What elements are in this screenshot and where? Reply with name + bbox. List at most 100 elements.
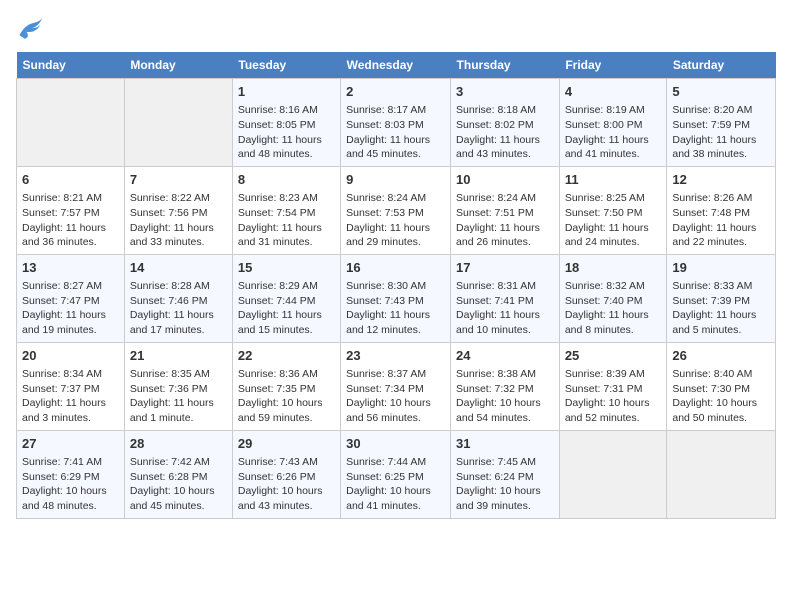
day-number: 10	[456, 171, 554, 189]
day-number: 9	[346, 171, 445, 189]
day-number: 27	[22, 435, 119, 453]
header-cell-friday: Friday	[559, 52, 667, 79]
day-info: Sunrise: 7:43 AM Sunset: 6:26 PM Dayligh…	[238, 455, 335, 514]
day-info: Sunrise: 8:38 AM Sunset: 7:32 PM Dayligh…	[456, 367, 554, 426]
day-cell	[17, 79, 125, 167]
day-cell: 1 Sunrise: 8:16 AM Sunset: 8:05 PM Daylig…	[232, 79, 340, 167]
day-cell: 11 Sunrise: 8:25 AM Sunset: 7:50 PM Dayli…	[559, 166, 667, 254]
day-cell	[124, 79, 232, 167]
day-info: Sunrise: 7:45 AM Sunset: 6:24 PM Dayligh…	[456, 455, 554, 514]
day-cell: 18 Sunrise: 8:32 AM Sunset: 7:40 PM Dayli…	[559, 254, 667, 342]
day-info: Sunrise: 8:21 AM Sunset: 7:57 PM Dayligh…	[22, 191, 119, 250]
day-info: Sunrise: 8:17 AM Sunset: 8:03 PM Dayligh…	[346, 103, 445, 162]
day-number: 4	[565, 83, 662, 101]
day-number: 16	[346, 259, 445, 277]
day-info: Sunrise: 8:20 AM Sunset: 7:59 PM Dayligh…	[672, 103, 770, 162]
day-number: 14	[130, 259, 227, 277]
day-cell: 5 Sunrise: 8:20 AM Sunset: 7:59 PM Daylig…	[667, 79, 776, 167]
day-number: 21	[130, 347, 227, 365]
day-cell: 21 Sunrise: 8:35 AM Sunset: 7:36 PM Dayli…	[124, 342, 232, 430]
day-cell: 7Sunrise: 8:22 AM Sunset: 7:56 PM Daylig…	[124, 166, 232, 254]
day-cell	[559, 430, 667, 518]
week-row-5: 27 Sunrise: 7:41 AM Sunset: 6:29 PM Dayli…	[17, 430, 776, 518]
week-row-4: 20 Sunrise: 8:34 AM Sunset: 7:37 PM Dayli…	[17, 342, 776, 430]
day-cell: 22Sunrise: 8:36 AM Sunset: 7:35 PM Dayli…	[232, 342, 340, 430]
week-row-1: 1 Sunrise: 8:16 AM Sunset: 8:05 PM Daylig…	[17, 79, 776, 167]
day-info: Sunrise: 8:30 AM Sunset: 7:43 PM Dayligh…	[346, 279, 445, 338]
day-cell: 30Sunrise: 7:44 AM Sunset: 6:25 PM Dayli…	[341, 430, 451, 518]
day-number: 13	[22, 259, 119, 277]
day-cell: 19 Sunrise: 8:33 AM Sunset: 7:39 PM Dayli…	[667, 254, 776, 342]
day-number: 25	[565, 347, 662, 365]
day-info: Sunrise: 8:39 AM Sunset: 7:31 PM Dayligh…	[565, 367, 662, 426]
day-cell: 4 Sunrise: 8:19 AM Sunset: 8:00 PM Daylig…	[559, 79, 667, 167]
day-cell: 20 Sunrise: 8:34 AM Sunset: 7:37 PM Dayli…	[17, 342, 125, 430]
day-number: 11	[565, 171, 662, 189]
day-info: Sunrise: 8:40 AM Sunset: 7:30 PM Dayligh…	[672, 367, 770, 426]
day-info: Sunrise: 8:35 AM Sunset: 7:36 PM Dayligh…	[130, 367, 227, 426]
day-number: 2	[346, 83, 445, 101]
day-cell: 29Sunrise: 7:43 AM Sunset: 6:26 PM Dayli…	[232, 430, 340, 518]
day-cell: 8 Sunrise: 8:23 AM Sunset: 7:54 PM Daylig…	[232, 166, 340, 254]
calendar-body: 1 Sunrise: 8:16 AM Sunset: 8:05 PM Daylig…	[17, 79, 776, 519]
day-info: Sunrise: 8:36 AM Sunset: 7:35 PM Dayligh…	[238, 367, 335, 426]
day-cell: 26Sunrise: 8:40 AM Sunset: 7:30 PM Dayli…	[667, 342, 776, 430]
header-row: SundayMondayTuesdayWednesdayThursdayFrid…	[17, 52, 776, 79]
header-cell-sunday: Sunday	[17, 52, 125, 79]
day-cell: 15 Sunrise: 8:29 AM Sunset: 7:44 PM Dayli…	[232, 254, 340, 342]
day-cell: 16 Sunrise: 8:30 AM Sunset: 7:43 PM Dayli…	[341, 254, 451, 342]
day-cell: 28 Sunrise: 7:42 AM Sunset: 6:28 PM Dayli…	[124, 430, 232, 518]
day-number: 15	[238, 259, 335, 277]
day-cell: 14 Sunrise: 8:28 AM Sunset: 7:46 PM Dayli…	[124, 254, 232, 342]
header-cell-wednesday: Wednesday	[341, 52, 451, 79]
day-cell: 2 Sunrise: 8:17 AM Sunset: 8:03 PM Daylig…	[341, 79, 451, 167]
day-info: Sunrise: 7:42 AM Sunset: 6:28 PM Dayligh…	[130, 455, 227, 514]
day-info: Sunrise: 8:19 AM Sunset: 8:00 PM Dayligh…	[565, 103, 662, 162]
day-info: Sunrise: 7:41 AM Sunset: 6:29 PM Dayligh…	[22, 455, 119, 514]
day-info: Sunrise: 8:24 AM Sunset: 7:51 PM Dayligh…	[456, 191, 554, 250]
day-number: 19	[672, 259, 770, 277]
day-info: Sunrise: 8:33 AM Sunset: 7:39 PM Dayligh…	[672, 279, 770, 338]
day-cell: 23 Sunrise: 8:37 AM Sunset: 7:34 PM Dayli…	[341, 342, 451, 430]
day-info: Sunrise: 8:28 AM Sunset: 7:46 PM Dayligh…	[130, 279, 227, 338]
day-cell	[667, 430, 776, 518]
day-info: Sunrise: 8:25 AM Sunset: 7:50 PM Dayligh…	[565, 191, 662, 250]
header-cell-tuesday: Tuesday	[232, 52, 340, 79]
day-info: Sunrise: 8:16 AM Sunset: 8:05 PM Dayligh…	[238, 103, 335, 162]
calendar-header: SundayMondayTuesdayWednesdayThursdayFrid…	[17, 52, 776, 79]
day-number: 8	[238, 171, 335, 189]
day-info: Sunrise: 8:37 AM Sunset: 7:34 PM Dayligh…	[346, 367, 445, 426]
day-number: 6	[22, 171, 119, 189]
day-cell: 31 Sunrise: 7:45 AM Sunset: 6:24 PM Dayli…	[451, 430, 560, 518]
day-cell: 13 Sunrise: 8:27 AM Sunset: 7:47 PM Dayli…	[17, 254, 125, 342]
day-info: Sunrise: 8:34 AM Sunset: 7:37 PM Dayligh…	[22, 367, 119, 426]
day-info: Sunrise: 8:22 AM Sunset: 7:56 PM Dayligh…	[130, 191, 227, 250]
logo	[16, 16, 48, 44]
day-number: 24	[456, 347, 554, 365]
day-number: 18	[565, 259, 662, 277]
day-number: 17	[456, 259, 554, 277]
day-cell: 9Sunrise: 8:24 AM Sunset: 7:53 PM Daylig…	[341, 166, 451, 254]
logo-icon	[16, 16, 44, 44]
day-info: Sunrise: 8:31 AM Sunset: 7:41 PM Dayligh…	[456, 279, 554, 338]
day-number: 5	[672, 83, 770, 101]
day-info: Sunrise: 8:23 AM Sunset: 7:54 PM Dayligh…	[238, 191, 335, 250]
day-info: Sunrise: 8:18 AM Sunset: 8:02 PM Dayligh…	[456, 103, 554, 162]
day-cell: 17 Sunrise: 8:31 AM Sunset: 7:41 PM Dayli…	[451, 254, 560, 342]
day-number: 23	[346, 347, 445, 365]
calendar-table: SundayMondayTuesdayWednesdayThursdayFrid…	[16, 52, 776, 519]
day-number: 28	[130, 435, 227, 453]
day-cell: 12Sunrise: 8:26 AM Sunset: 7:48 PM Dayli…	[667, 166, 776, 254]
day-info: Sunrise: 8:32 AM Sunset: 7:40 PM Dayligh…	[565, 279, 662, 338]
header-cell-monday: Monday	[124, 52, 232, 79]
day-info: Sunrise: 8:27 AM Sunset: 7:47 PM Dayligh…	[22, 279, 119, 338]
day-number: 20	[22, 347, 119, 365]
day-info: Sunrise: 8:29 AM Sunset: 7:44 PM Dayligh…	[238, 279, 335, 338]
day-info: Sunrise: 7:44 AM Sunset: 6:25 PM Dayligh…	[346, 455, 445, 514]
header-cell-thursday: Thursday	[451, 52, 560, 79]
week-row-2: 6 Sunrise: 8:21 AM Sunset: 7:57 PM Daylig…	[17, 166, 776, 254]
day-number: 31	[456, 435, 554, 453]
day-number: 1	[238, 83, 335, 101]
day-cell: 6 Sunrise: 8:21 AM Sunset: 7:57 PM Daylig…	[17, 166, 125, 254]
day-cell: 25 Sunrise: 8:39 AM Sunset: 7:31 PM Dayli…	[559, 342, 667, 430]
